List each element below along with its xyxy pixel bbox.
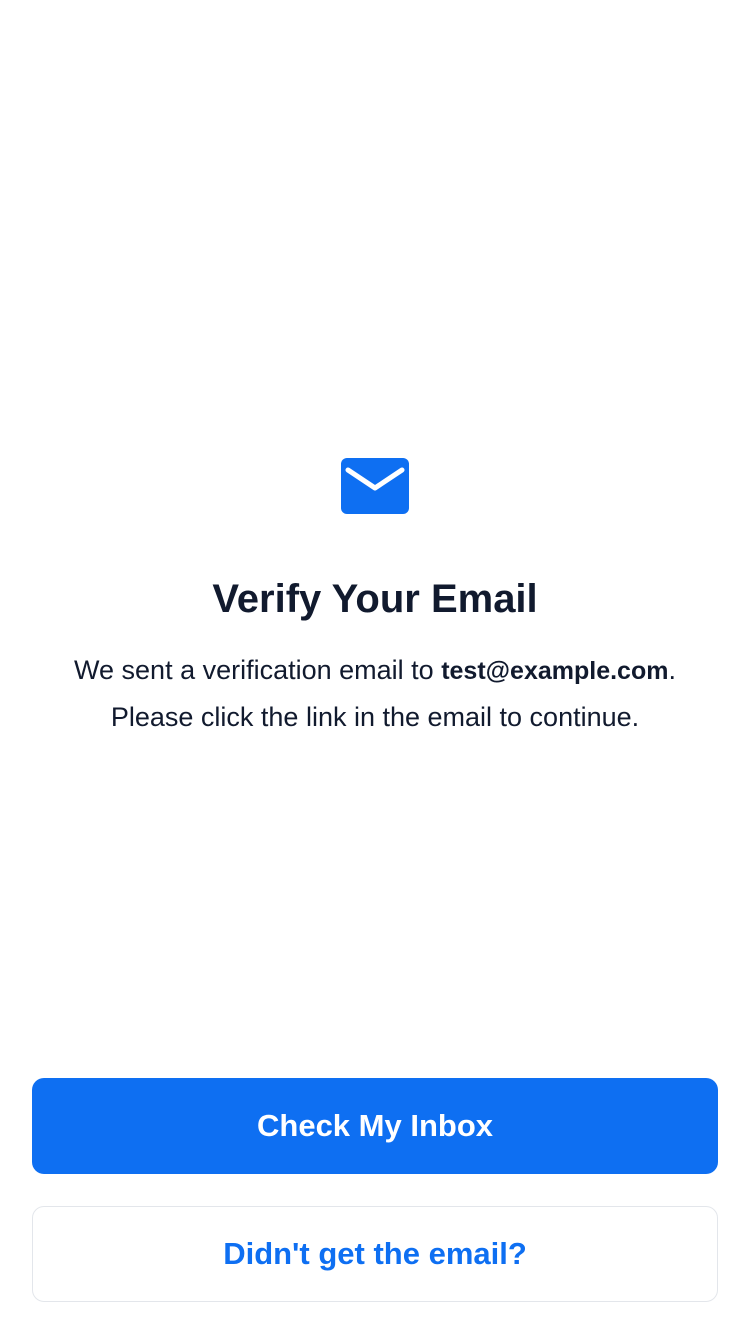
message-instruction: Please click the link in the email to co…: [110, 702, 640, 732]
message-prefix: We sent a verification email to: [74, 655, 442, 685]
message-suffix: .: [668, 655, 676, 685]
verify-email-content: Verify Your Email We sent a verification…: [0, 458, 750, 740]
verification-message: We sent a verification email to test@exa…: [25, 647, 725, 740]
check-inbox-button[interactable]: Check My Inbox: [32, 1078, 718, 1174]
page-title: Verify Your Email: [212, 577, 538, 621]
mail-icon: [341, 458, 409, 514]
resend-email-button[interactable]: Didn't get the email?: [32, 1206, 718, 1302]
recipient-email: test@example.com: [441, 657, 669, 685]
